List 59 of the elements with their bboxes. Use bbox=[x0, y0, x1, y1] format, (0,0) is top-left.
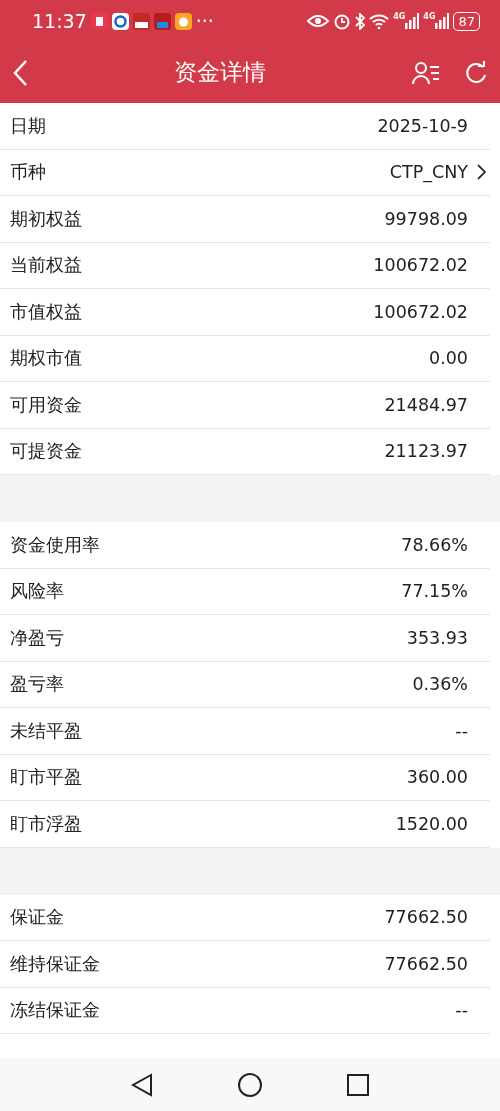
battery-indicator: 87 bbox=[453, 11, 480, 31]
row-value: 21484.97 bbox=[384, 393, 469, 417]
row-label: 币种 bbox=[10, 161, 46, 185]
row-label: 期初权益 bbox=[10, 207, 82, 231]
row-value: 1520.00 bbox=[395, 812, 469, 836]
row-value: CTP_CNY bbox=[389, 161, 468, 185]
recents-nav-icon[interactable] bbox=[347, 1073, 369, 1096]
row-value: 0.00 bbox=[429, 347, 469, 371]
row-value: 77.15% bbox=[401, 580, 469, 604]
row-label: 盯市浮盈 bbox=[10, 812, 82, 836]
row-label: 资金使用率 bbox=[10, 533, 100, 557]
row-value: 77662.50 bbox=[384, 906, 469, 930]
app-icon bbox=[132, 12, 150, 30]
refresh-icon[interactable] bbox=[464, 60, 488, 85]
page-title: 资金详情 bbox=[173, 58, 267, 88]
wifi-icon bbox=[369, 13, 390, 29]
back-icon[interactable] bbox=[12, 58, 28, 87]
app-icon bbox=[111, 12, 129, 30]
signal-icon bbox=[435, 13, 450, 29]
app-icon bbox=[153, 12, 171, 30]
row-label: 可用资金 bbox=[10, 393, 82, 417]
row-value: -- bbox=[455, 719, 469, 743]
row-value: 100672.02 bbox=[373, 254, 469, 278]
row-label: 可提资金 bbox=[10, 440, 82, 464]
row-label: 当前权益 bbox=[10, 254, 82, 278]
row-value: 100672.02 bbox=[373, 300, 469, 324]
row-label: 日期 bbox=[10, 114, 46, 138]
row-label: 维持保证金 bbox=[10, 952, 100, 976]
row-value: -- bbox=[455, 999, 469, 1023]
row-label: 保证金 bbox=[10, 906, 64, 930]
alarm-icon bbox=[333, 12, 352, 30]
row-label: 冻结保证金 bbox=[10, 999, 100, 1023]
row-value: 99798.09 bbox=[384, 207, 469, 231]
row-label: 盯市平盈 bbox=[10, 766, 82, 790]
row-label: 市值权益 bbox=[10, 300, 82, 324]
row-value: 2025-10-9 bbox=[377, 114, 469, 138]
row-label: 风险率 bbox=[10, 580, 64, 604]
bluetooth-icon bbox=[355, 12, 366, 30]
network-type: 4G bbox=[423, 13, 436, 21]
more-notifications: ··· bbox=[195, 8, 214, 34]
row-label: 期权市值 bbox=[10, 347, 82, 371]
network-type: 4G bbox=[393, 13, 406, 21]
row-value: 77662.50 bbox=[384, 952, 469, 976]
row-value: 21123.97 bbox=[384, 440, 469, 464]
row-value: 360.00 bbox=[406, 766, 469, 790]
back-nav-icon[interactable] bbox=[131, 1072, 153, 1097]
row-value: 353.93 bbox=[406, 626, 469, 650]
status-time: 11:37 bbox=[32, 8, 87, 34]
user-list-icon[interactable] bbox=[412, 60, 440, 85]
row-value: 0.36% bbox=[412, 673, 469, 697]
home-nav-icon[interactable] bbox=[238, 1072, 262, 1097]
app-icon bbox=[90, 12, 108, 30]
row-label: 盈亏率 bbox=[10, 673, 64, 697]
row-value: 78.66% bbox=[401, 533, 469, 557]
app-icon bbox=[174, 12, 192, 30]
row-label: 净盈亏 bbox=[10, 626, 64, 650]
signal-icon bbox=[405, 13, 420, 29]
eye-icon bbox=[307, 14, 330, 28]
row-label: 未结平盈 bbox=[10, 719, 82, 743]
